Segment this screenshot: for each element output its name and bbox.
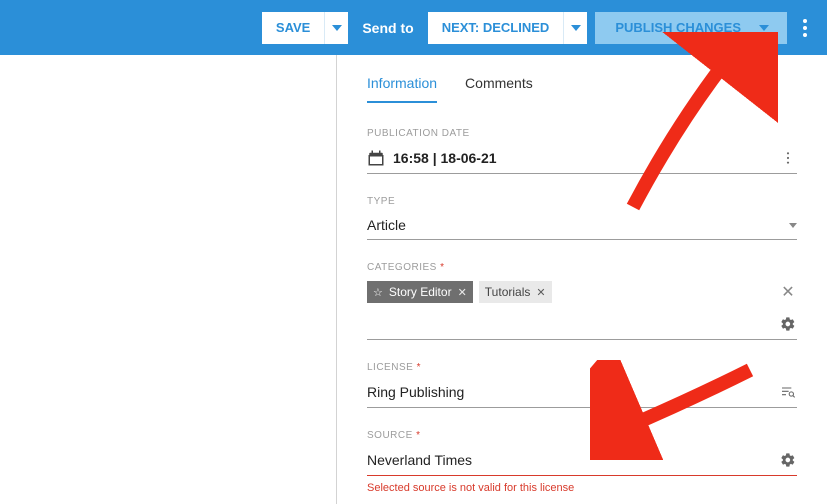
chevron-down-icon bbox=[759, 25, 769, 31]
source-value[interactable]: Neverland Times bbox=[367, 452, 472, 468]
chip-label: Tutorials bbox=[485, 285, 531, 299]
chip-label: Story Editor bbox=[389, 285, 452, 299]
publication-date-label: PUBLICATION DATE bbox=[367, 128, 797, 139]
chip-story-editor[interactable]: ☆ Story Editor ✕ bbox=[367, 281, 473, 303]
send-to-label: Send to bbox=[362, 20, 413, 36]
publication-date-text: 16:58 | 18-06-21 bbox=[393, 150, 497, 166]
categories-settings-button[interactable] bbox=[779, 315, 797, 333]
next-button-group: NEXT: DECLINED bbox=[428, 12, 588, 44]
field-source: SOURCE * Neverland Times Selected source… bbox=[367, 430, 797, 494]
categories-label: CATEGORIES * bbox=[367, 262, 797, 273]
chip-tutorials[interactable]: Tutorials ✕ bbox=[479, 281, 552, 303]
chip-remove-button[interactable]: ✕ bbox=[536, 286, 545, 299]
categories-chips: ☆ Story Editor ✕ Tutorials ✕ bbox=[367, 281, 552, 303]
save-dropdown-button[interactable] bbox=[324, 12, 348, 44]
more-menu-button[interactable] bbox=[795, 19, 815, 37]
type-select[interactable]: Article bbox=[367, 213, 797, 240]
main: Information Comments PUBLICATION DATE 16… bbox=[0, 55, 827, 504]
license-label: LICENSE * bbox=[367, 362, 797, 373]
save-button[interactable]: SAVE bbox=[262, 12, 324, 44]
calendar-icon bbox=[367, 149, 385, 167]
field-license: LICENSE * Ring Publishing bbox=[367, 362, 797, 408]
tab-information[interactable]: Information bbox=[367, 69, 437, 103]
chip-remove-button[interactable]: ✕ bbox=[458, 286, 467, 299]
tab-comments[interactable]: Comments bbox=[465, 69, 533, 103]
properties-panel: Information Comments PUBLICATION DATE 16… bbox=[337, 55, 827, 504]
chevron-down-icon bbox=[332, 25, 342, 31]
license-value[interactable]: Ring Publishing bbox=[367, 384, 464, 400]
type-label: TYPE bbox=[367, 196, 797, 207]
publication-date-value[interactable]: 16:58 | 18-06-21 bbox=[367, 149, 497, 167]
next-dropdown-button[interactable] bbox=[563, 12, 587, 44]
field-type: TYPE Article bbox=[367, 196, 797, 240]
type-value: Article bbox=[367, 217, 406, 233]
next-declined-button[interactable]: NEXT: DECLINED bbox=[428, 12, 564, 44]
license-filter-search-button[interactable] bbox=[779, 383, 797, 401]
save-button-group: SAVE bbox=[262, 12, 348, 44]
source-settings-button[interactable] bbox=[779, 451, 797, 469]
field-publication-date: PUBLICATION DATE 16:58 | 18-06-21 bbox=[367, 128, 797, 174]
topbar: SAVE Send to NEXT: DECLINED PUBLISH CHAN… bbox=[0, 0, 827, 55]
source-label: SOURCE * bbox=[367, 430, 797, 441]
source-error-text: Selected source is not valid for this li… bbox=[367, 482, 797, 494]
left-pane bbox=[0, 55, 337, 504]
publish-changes-button[interactable]: PUBLISH CHANGES bbox=[595, 12, 787, 44]
chevron-down-icon bbox=[789, 223, 797, 228]
publication-date-more-button[interactable] bbox=[779, 149, 797, 167]
chevron-down-icon bbox=[571, 25, 581, 31]
publish-label: PUBLISH CHANGES bbox=[615, 20, 741, 35]
categories-clear-button[interactable]: ✕ bbox=[779, 283, 797, 301]
field-categories: CATEGORIES * ☆ Story Editor ✕ Tutorials … bbox=[367, 262, 797, 340]
star-icon: ☆ bbox=[373, 286, 383, 299]
tabs: Information Comments bbox=[367, 69, 797, 104]
